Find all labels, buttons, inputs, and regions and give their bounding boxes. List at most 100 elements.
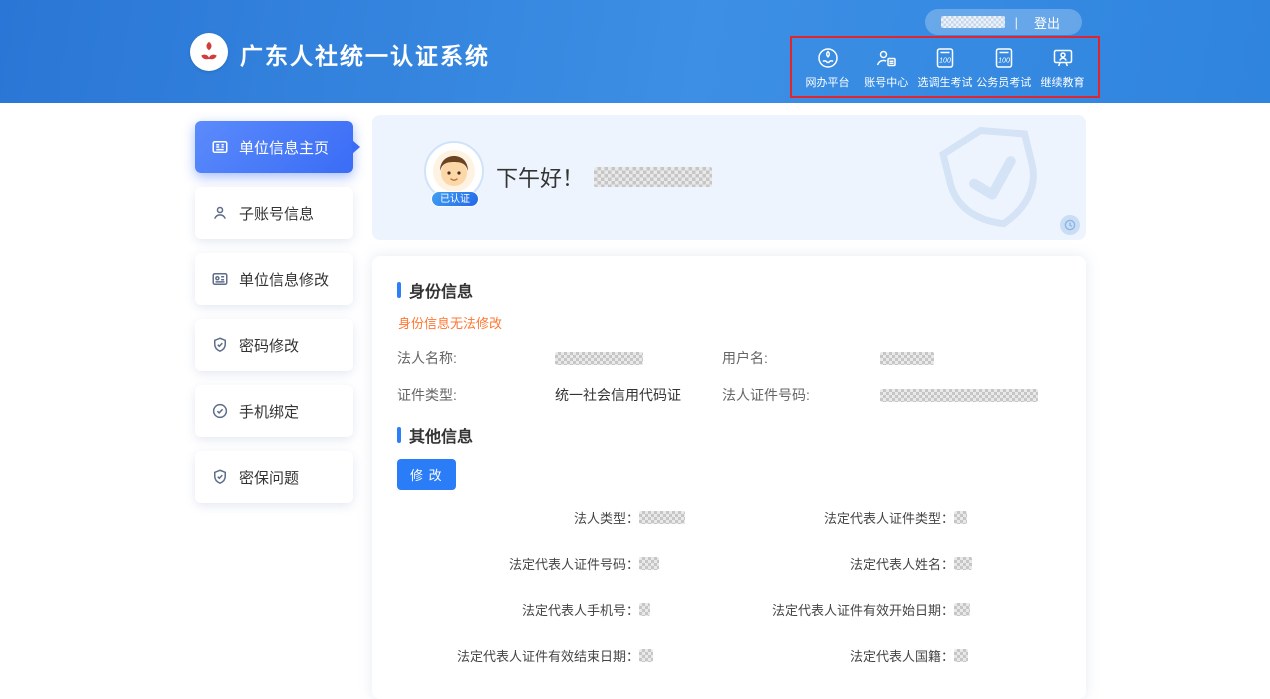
shield-watermark-icon bbox=[918, 121, 1068, 240]
other-fields: 法人类型： 法定代表人证件类型： 法定代表人证件号码： 法定代表人姓名： 法定代… bbox=[397, 508, 1061, 665]
sub-account-icon bbox=[211, 204, 229, 222]
field-cert-type: 证件类型: 统一社会信用代码证 bbox=[397, 385, 722, 405]
education-screen-icon bbox=[1051, 44, 1075, 70]
field-legal-person-name: 法人名称: bbox=[397, 348, 722, 368]
shield-check-icon bbox=[211, 336, 229, 354]
nav-item-xuandiao-exam[interactable]: 100 选调生考试 bbox=[917, 44, 974, 90]
field-label: 法人名称: bbox=[397, 348, 555, 368]
welcome-card: 已认证 下午好！ bbox=[372, 115, 1086, 240]
edit-button[interactable]: 修 改 bbox=[397, 459, 456, 490]
other-section-title-text: 其他信息 bbox=[409, 423, 473, 447]
divider: | bbox=[1015, 15, 1018, 30]
greeting-text: 下午好！ bbox=[496, 161, 712, 193]
field-label: 法定代表人手机号： bbox=[397, 600, 639, 619]
nav-item-online-platform[interactable]: 网办平台 bbox=[799, 44, 856, 90]
field-rep-cert-number: 法定代表人证件号码： bbox=[397, 554, 712, 573]
check-circle-icon bbox=[211, 402, 229, 420]
sidebar: 单位信息主页 子账号信息 单位信息修改 密码修改 bbox=[195, 121, 353, 517]
nav-label: 公务员考试 bbox=[976, 74, 1031, 90]
header: 广东人社统一认证系统 | 登出 网办平台 bbox=[0, 0, 1270, 103]
exam-score-icon: 100 bbox=[933, 44, 957, 70]
field-label: 法定代表人证件类型： bbox=[712, 508, 954, 527]
sidebar-item-label: 手机绑定 bbox=[239, 401, 299, 422]
sidebar-item-sub-account-info[interactable]: 子账号信息 bbox=[195, 187, 353, 239]
site-logo bbox=[190, 33, 228, 71]
id-card-icon bbox=[211, 138, 229, 156]
platform-emblem-icon bbox=[816, 44, 840, 70]
field-username: 用户名: bbox=[722, 348, 1061, 368]
sidebar-item-label: 单位信息主页 bbox=[239, 137, 329, 158]
nav-label: 继续教育 bbox=[1041, 74, 1085, 90]
identity-notice: 身份信息无法修改 bbox=[398, 313, 1061, 332]
field-label: 证件类型: bbox=[397, 385, 555, 405]
redacted-value bbox=[639, 603, 650, 616]
redacted-value bbox=[954, 649, 968, 662]
logout-button[interactable]: 登出 bbox=[1028, 12, 1066, 33]
section-accent-bar bbox=[397, 282, 401, 298]
field-legal-person-cert-number: 法人证件号码: bbox=[722, 385, 1061, 405]
field-rep-name: 法定代表人姓名： bbox=[712, 554, 1061, 573]
section-accent-bar bbox=[397, 427, 401, 443]
sidebar-item-security-question[interactable]: 密保问题 bbox=[195, 451, 353, 503]
field-label: 法定代表人证件有效开始日期： bbox=[712, 600, 954, 619]
sidebar-item-unit-info-edit[interactable]: 单位信息修改 bbox=[195, 253, 353, 305]
redacted-value bbox=[954, 511, 967, 524]
redacted-value bbox=[880, 389, 1038, 402]
field-rep-cert-valid-start: 法定代表人证件有效开始日期： bbox=[712, 600, 1061, 619]
redacted-username bbox=[941, 16, 1005, 28]
redacted-value bbox=[639, 511, 685, 524]
identity-section-title-text: 身份信息 bbox=[409, 278, 473, 302]
field-label: 法人证件号码: bbox=[722, 385, 880, 405]
redacted-value bbox=[555, 352, 643, 365]
field-label: 用户名: bbox=[722, 348, 880, 368]
sidebar-item-label: 密保问题 bbox=[239, 467, 299, 488]
other-section-title: 其他信息 bbox=[397, 423, 1061, 447]
nav-label: 网办平台 bbox=[806, 74, 850, 90]
nav-item-civil-servant-exam[interactable]: 100 公务员考试 bbox=[975, 44, 1032, 90]
field-rep-nationality: 法定代表人国籍： bbox=[712, 646, 1061, 665]
redacted-value bbox=[639, 557, 659, 570]
field-label: 法定代表人证件号码： bbox=[397, 554, 639, 573]
identity-fields: 法人名称: 用户名: 证件类型: 统一社会信用代码证 法人证件号码: bbox=[397, 348, 1061, 405]
info-card: 身份信息 身份信息无法修改 法人名称: 用户名: 证件类型: 统一社会信用代码证… bbox=[372, 256, 1086, 699]
avatar-face-icon bbox=[432, 149, 476, 193]
exam-score-icon: 100 bbox=[992, 44, 1016, 70]
verified-badge: 已认证 bbox=[431, 191, 479, 207]
field-label: 法定代表人国籍： bbox=[712, 646, 954, 665]
field-rep-phone: 法定代表人手机号： bbox=[397, 600, 712, 619]
clock-corner-icon bbox=[1060, 215, 1080, 235]
greeting-label: 下午好！ bbox=[496, 161, 584, 193]
redacted-value bbox=[954, 557, 972, 570]
id-card-icon bbox=[211, 270, 229, 288]
field-legal-person-type: 法人类型： bbox=[397, 508, 712, 527]
nav-label: 选调生考试 bbox=[918, 74, 973, 90]
avatar-wrap: 已认证 bbox=[424, 141, 486, 207]
redacted-user-display-name bbox=[594, 167, 712, 187]
sidebar-item-phone-binding[interactable]: 手机绑定 bbox=[195, 385, 353, 437]
redacted-value bbox=[639, 649, 653, 662]
page-title: 广东人社统一认证系统 bbox=[240, 37, 490, 71]
field-label: 法人类型： bbox=[397, 508, 639, 527]
field-value: 统一社会信用代码证 bbox=[555, 385, 681, 405]
sidebar-item-label: 密码修改 bbox=[239, 335, 299, 356]
field-label: 法定代表人证件有效结束日期： bbox=[397, 646, 639, 665]
nav-item-account-center[interactable]: 账号中心 bbox=[858, 44, 915, 90]
main-content: 已认证 下午好！ 身份信息 身份信息无法修改 法人名称: 用户名: bbox=[372, 115, 1086, 699]
svg-text:100: 100 bbox=[998, 58, 1010, 65]
redacted-value bbox=[880, 352, 934, 365]
account-badge-icon bbox=[874, 44, 898, 70]
field-rep-cert-valid-end: 法定代表人证件有效结束日期： bbox=[397, 646, 712, 665]
shield-check-icon bbox=[211, 468, 229, 486]
field-rep-cert-type: 法定代表人证件类型： bbox=[712, 508, 1061, 527]
hr-emblem-icon bbox=[196, 39, 222, 65]
sidebar-item-label: 单位信息修改 bbox=[239, 269, 329, 290]
user-account-bar: | 登出 bbox=[925, 9, 1082, 35]
svg-text:100: 100 bbox=[939, 58, 951, 65]
header-nav-highlight-box: 网办平台 账号中心 100 选调生考试 bbox=[790, 36, 1100, 98]
sidebar-item-label: 子账号信息 bbox=[239, 203, 314, 224]
sidebar-item-unit-info-home[interactable]: 单位信息主页 bbox=[195, 121, 353, 173]
nav-label: 账号中心 bbox=[864, 74, 908, 90]
nav-item-continuing-education[interactable]: 继续教育 bbox=[1034, 44, 1091, 90]
sidebar-item-password-change[interactable]: 密码修改 bbox=[195, 319, 353, 371]
redacted-value bbox=[954, 603, 970, 616]
